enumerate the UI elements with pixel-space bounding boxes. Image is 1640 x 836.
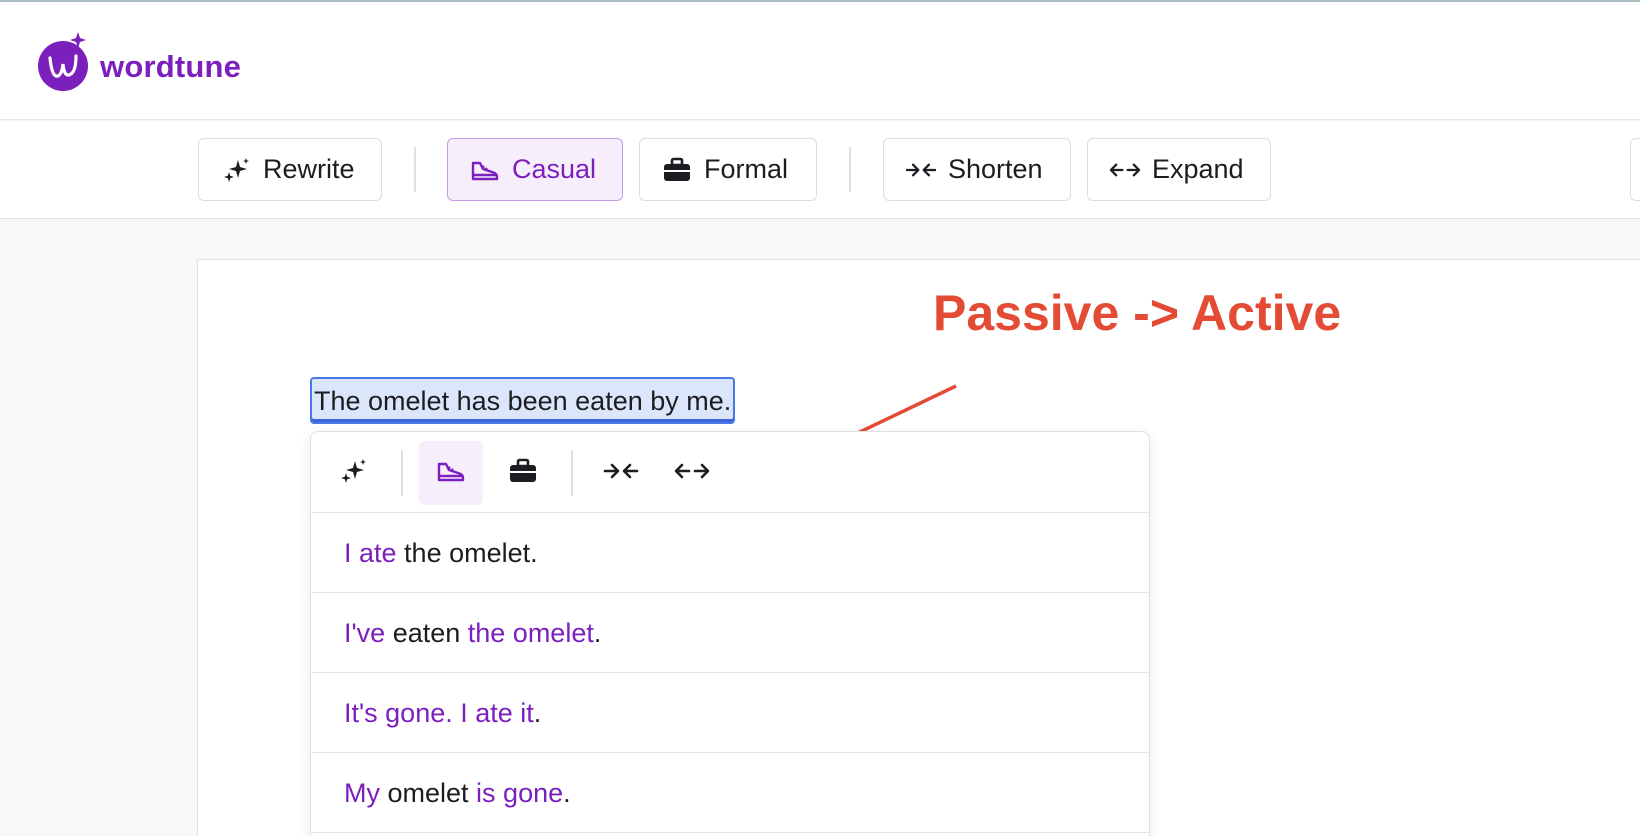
shorten-label: Shorten <box>948 154 1043 184</box>
formal-button[interactable]: Formal <box>639 138 817 201</box>
popup-divider <box>401 450 403 496</box>
arrows-in-icon <box>601 460 641 487</box>
suggestion-text: the omelet. <box>396 538 538 568</box>
toolbar-divider <box>414 147 416 192</box>
popup-expand-button[interactable] <box>660 441 724 505</box>
overflow-button[interactable] <box>1630 138 1640 201</box>
suggestion-change: It's gone. I ate it <box>344 698 534 728</box>
suggestion-popup: I ate the omelet. I've eaten the omelet.… <box>310 431 1150 836</box>
popup-rewrite-button[interactable] <box>321 441 385 505</box>
popup-toolbar <box>311 432 1149 513</box>
suggestion-text: omelet <box>380 778 477 808</box>
popup-casual-button[interactable] <box>419 441 483 505</box>
rewrite-label: Rewrite <box>263 154 355 184</box>
app-name: wordtune <box>100 49 242 84</box>
popup-formal-button[interactable] <box>491 441 555 505</box>
annotation-label: Passive -> Active <box>933 285 1342 341</box>
main-toolbar: Rewrite Casual Formal Shorten Expand <box>0 121 1640 219</box>
formal-label: Formal <box>704 154 789 184</box>
expand-button[interactable]: Expand <box>1087 138 1271 201</box>
suggestion-text: eaten <box>385 618 468 648</box>
arrows-out-icon <box>1110 155 1140 185</box>
suggestion-change: the omelet <box>467 618 594 648</box>
logo[interactable]: wordtune <box>38 28 241 96</box>
suggestion-change: I ate <box>344 538 397 568</box>
wordtune-logo-icon <box>38 28 98 96</box>
suggestion-change: My <box>344 778 380 808</box>
casual-button[interactable]: Casual <box>447 138 623 201</box>
suggestion-change: is gone <box>476 778 564 808</box>
sparkles-icon <box>339 457 367 490</box>
briefcase-icon <box>508 458 538 489</box>
suggestion-text: . <box>563 778 571 808</box>
suggestion-change: I've <box>344 618 386 648</box>
arrows-in-icon <box>906 155 936 185</box>
selected-sentence[interactable]: The omelet has been eaten by me. <box>310 377 736 424</box>
suggestion-item[interactable]: I've eaten the omelet. <box>311 593 1149 673</box>
suggestion-item[interactable]: It's gone. I ate it. <box>311 673 1149 753</box>
sneaker-icon <box>436 458 466 489</box>
sparkles-icon <box>221 155 251 185</box>
suggestion-text: . <box>533 698 542 728</box>
arrows-out-icon <box>672 460 712 487</box>
toolbar-divider <box>849 147 851 192</box>
shorten-button[interactable]: Shorten <box>883 138 1071 201</box>
suggestion-text: . <box>593 618 602 648</box>
suggestion-item[interactable]: I ate the omelet. <box>311 513 1149 593</box>
casual-label: Casual <box>512 154 597 184</box>
app-header: wordtune <box>0 2 1640 120</box>
popup-shorten-button[interactable] <box>589 441 653 505</box>
sneaker-icon <box>470 155 500 185</box>
expand-label: Expand <box>1152 154 1244 184</box>
briefcase-icon <box>662 155 692 185</box>
rewrite-button[interactable]: Rewrite <box>198 138 382 201</box>
popup-divider <box>571 450 573 496</box>
suggestion-item[interactable]: My omelet is gone. <box>311 753 1149 833</box>
